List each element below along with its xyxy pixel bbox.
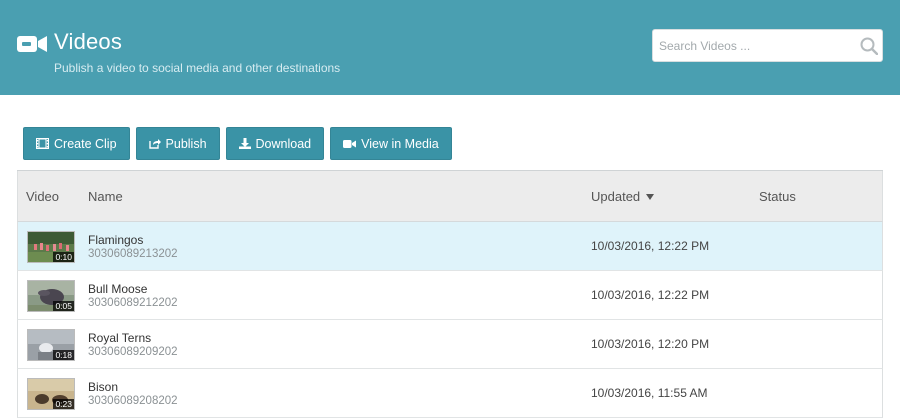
video-thumbnail[interactable]: 0:23 bbox=[27, 378, 75, 410]
updated-date: 10/03/2016, 12:20 PM bbox=[591, 337, 710, 351]
video-thumbnail[interactable]: 0:18 bbox=[27, 329, 75, 361]
updated-date: 10/03/2016, 11:55 AM bbox=[591, 386, 708, 400]
video-id: 30306089208202 bbox=[88, 395, 178, 407]
search-box[interactable] bbox=[652, 29, 883, 62]
duration-badge: 0:18 bbox=[53, 350, 74, 360]
video-name: Royal Terns bbox=[88, 331, 152, 345]
toolbar: Create Clip Publish Download View in Med… bbox=[23, 127, 452, 160]
video-id: 30306089213202 bbox=[88, 248, 178, 260]
column-header-updated[interactable]: Updated bbox=[591, 189, 654, 204]
column-header-name[interactable]: Name bbox=[88, 189, 123, 204]
table-row[interactable]: 0:05 Bull Moose 30306089212202 10/03/201… bbox=[17, 271, 883, 320]
updated-date: 10/03/2016, 12:22 PM bbox=[591, 239, 710, 253]
page-subtitle: Publish a video to social media and othe… bbox=[54, 61, 341, 75]
search-input[interactable] bbox=[653, 30, 853, 61]
create-clip-label: Create Clip bbox=[54, 136, 117, 151]
video-name: Bull Moose bbox=[88, 282, 148, 296]
video-camera-icon bbox=[343, 139, 357, 148]
duration-badge: 0:05 bbox=[53, 301, 74, 311]
download-button[interactable]: Download bbox=[225, 127, 325, 160]
video-camera-icon bbox=[17, 36, 47, 52]
table-row[interactable]: 0:23 Bison 30306089208202 10/03/2016, 11… bbox=[17, 369, 883, 418]
table-header: Video Name Updated Status bbox=[17, 171, 883, 222]
publish-button[interactable]: Publish bbox=[135, 127, 220, 160]
table-row[interactable]: 0:10 Flamingos 30306089213202 10/03/2016… bbox=[17, 222, 883, 271]
search-icon[interactable] bbox=[860, 37, 878, 55]
table-row[interactable]: 0:18 Royal Terns 30306089209202 10/03/20… bbox=[17, 320, 883, 369]
film-icon bbox=[36, 138, 49, 149]
video-name: Bison bbox=[88, 380, 119, 394]
duration-badge: 0:23 bbox=[53, 399, 74, 409]
page-title: Videos bbox=[54, 29, 123, 54]
video-id: 30306089212202 bbox=[88, 297, 178, 309]
download-label: Download bbox=[255, 136, 312, 151]
updated-date: 10/03/2016, 12:22 PM bbox=[591, 288, 710, 302]
column-header-status[interactable]: Status bbox=[759, 189, 796, 204]
video-thumbnail[interactable]: 0:10 bbox=[27, 231, 75, 263]
publish-label: Publish bbox=[165, 136, 207, 151]
video-thumbnail[interactable]: 0:05 bbox=[27, 280, 75, 312]
share-icon bbox=[148, 139, 161, 149]
page-header: Videos Publish a video to social media a… bbox=[0, 0, 900, 95]
view-in-media-button[interactable]: View in Media bbox=[330, 127, 452, 160]
video-name: Flamingos bbox=[88, 233, 144, 247]
download-icon bbox=[238, 138, 251, 149]
videos-table: Video Name Updated Status 0:10 Flamingos… bbox=[17, 170, 883, 418]
view-in-media-label: View in Media bbox=[361, 136, 439, 151]
create-clip-button[interactable]: Create Clip bbox=[23, 127, 130, 160]
column-header-video: Video bbox=[26, 189, 60, 204]
column-header-updated-label: Updated bbox=[591, 189, 641, 204]
video-id: 30306089209202 bbox=[88, 346, 178, 358]
caret-down-icon bbox=[645, 194, 654, 200]
duration-badge: 0:10 bbox=[53, 252, 74, 262]
